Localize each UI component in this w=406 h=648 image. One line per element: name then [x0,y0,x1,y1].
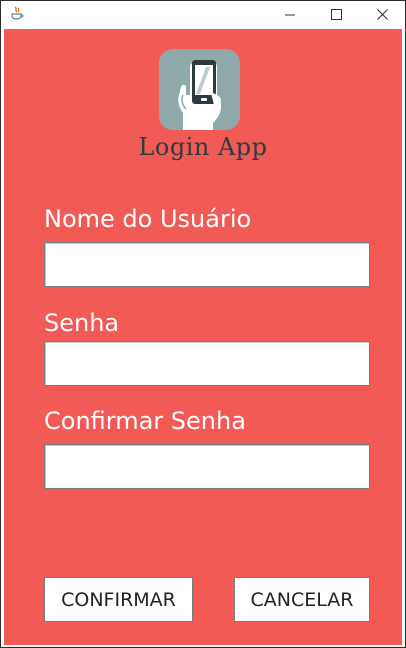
username-label: Nome do Usuário [44,205,252,233]
cancel-button[interactable]: CANCELAR [234,577,370,622]
confirm-password-label: Confirmar Senha [44,407,246,435]
login-panel: Login App Nome do Usuário Senha Confirma… [4,29,402,645]
maximize-button[interactable] [313,1,359,27]
phone-in-hand-icon [159,49,240,130]
java-icon [9,5,25,21]
title-bar[interactable] [1,1,405,27]
password-input[interactable] [44,341,370,386]
confirm-password-input[interactable] [44,444,370,489]
close-icon [376,5,388,24]
minimize-icon [285,5,295,24]
username-input[interactable] [44,242,370,287]
app-window: Login App Nome do Usuário Senha Confirma… [0,0,406,648]
close-button[interactable] [359,1,405,27]
password-label: Senha [44,309,120,337]
minimize-button[interactable] [267,1,313,27]
maximize-icon [330,5,342,24]
app-title: Login App [138,133,268,161]
confirm-button[interactable]: CONFIRMAR [44,577,193,622]
